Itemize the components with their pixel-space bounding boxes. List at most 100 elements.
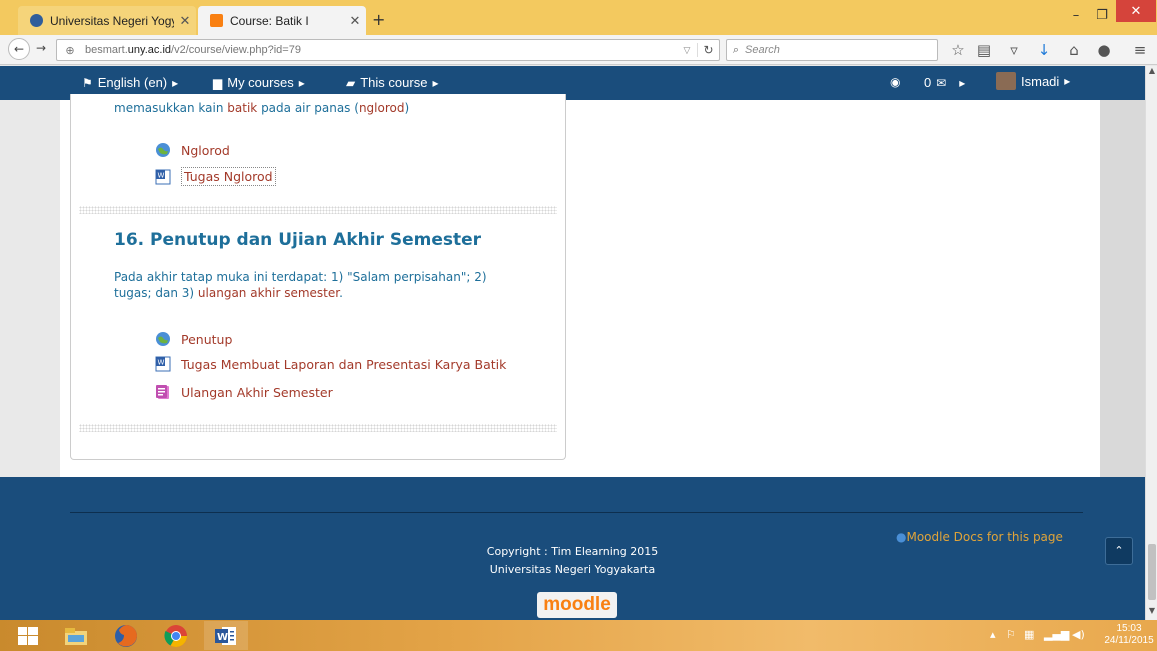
url-dropdown-icon[interactable]: ▽ xyxy=(677,45,697,56)
activity-tugas-laporan[interactable]: W Tugas Membuat Laporan dan Presentasi K… xyxy=(155,356,506,372)
activity-penutup[interactable]: Penutup xyxy=(155,331,232,347)
moodle-favicon-icon xyxy=(210,14,223,27)
minimize-button[interactable]: – xyxy=(1064,4,1088,26)
left-gutter xyxy=(0,100,60,477)
svg-text:W: W xyxy=(217,632,228,643)
maximize-button[interactable]: ❐ xyxy=(1090,4,1114,26)
briefcase-icon: ▆ xyxy=(213,75,223,90)
book-icon: ▰ xyxy=(346,75,356,90)
my-courses-menu[interactable]: ▆ My courses ▸ xyxy=(213,75,305,90)
browser-nav-bar: ← → ⊕ besmart.uny.ac.id/v2/course/view.p… xyxy=(0,35,1157,65)
tab-title: Universitas Negeri Yogyak... xyxy=(50,13,174,28)
browser-tab-bar: Universitas Negeri Yogyak... ✕ Course: B… xyxy=(0,0,1157,35)
messages-count: 0 xyxy=(924,75,932,90)
bell-icon: ◉ xyxy=(890,75,901,89)
uny-favicon-icon xyxy=(30,14,43,27)
moodle-docs-link[interactable]: ●Moodle Docs for this page xyxy=(896,530,1063,544)
word-document-icon: W xyxy=(155,356,171,372)
caret-right-icon: ▸ xyxy=(172,75,179,90)
page-content: memasukkan kain batik pada air panas (ng… xyxy=(0,94,1145,477)
messages-menu[interactable]: 0 ✉ ▸ xyxy=(924,75,965,90)
user-menu[interactable]: Ismadi ▸ xyxy=(996,72,1070,90)
caret-right-icon: ▸ xyxy=(298,75,305,90)
search-icon: ⌕ xyxy=(732,43,740,56)
activity-label: Tugas Membuat Laporan dan Presentasi Kar… xyxy=(181,356,507,372)
language-menu[interactable]: ⚑ English (en) ▸ xyxy=(82,75,178,90)
university-text: Universitas Negeri Yogyakarta xyxy=(489,563,656,576)
close-tab-icon[interactable]: ✕ xyxy=(344,13,366,29)
search-input[interactable]: ⌕ Search xyxy=(726,39,938,61)
url-icon xyxy=(156,332,170,346)
volume-icon[interactable]: ◀) xyxy=(1072,628,1085,641)
vertical-scrollbar[interactable]: ▲ ▼ xyxy=(1145,66,1157,620)
file-explorer-icon[interactable] xyxy=(54,621,98,650)
right-gutter xyxy=(1100,100,1145,477)
word-document-icon: W xyxy=(155,169,171,184)
close-window-button[interactable]: ✕ xyxy=(1116,0,1156,22)
this-course-label: This course xyxy=(360,75,428,90)
chat-icon[interactable]: ● xyxy=(1094,41,1114,59)
bookmark-star-icon[interactable]: ☆ xyxy=(948,41,968,59)
url-icon xyxy=(156,143,170,157)
scroll-thumb[interactable] xyxy=(1148,544,1156,600)
moodle-logo[interactable]: moodle xyxy=(537,592,617,618)
pocket-icon[interactable]: ▿ xyxy=(1004,41,1024,59)
svg-text:W: W xyxy=(158,359,165,367)
main-region: memasukkan kain batik pada air panas (ng… xyxy=(60,94,1100,477)
windows-taskbar: W ▴ ⚐ ▦ ▂▄▆ ◀) 15:03 24/11/2015 xyxy=(0,620,1157,651)
scroll-down-icon[interactable]: ▼ xyxy=(1146,606,1157,620)
flag-icon: ⚑ xyxy=(82,75,93,90)
envelope-icon: ✉ xyxy=(936,75,947,90)
clock-date: 24/11/2015 xyxy=(1104,635,1154,646)
tray-expand-icon[interactable]: ▴ xyxy=(990,628,996,641)
url-text: besmart.uny.ac.id/v2/course/view.php?id=… xyxy=(85,44,301,56)
user-name: Ismadi xyxy=(1021,73,1060,89)
action-center-flag-icon[interactable]: ⚐ xyxy=(1006,628,1016,641)
menu-icon[interactable]: ≡ xyxy=(1130,41,1150,59)
this-course-menu[interactable]: ▰ This course ▸ xyxy=(346,75,438,90)
avatar xyxy=(996,72,1016,90)
close-tab-icon[interactable]: ✕ xyxy=(174,13,196,29)
page-footer: ●Moodle Docs for this page ⌃ Copyright :… xyxy=(0,477,1145,620)
copyright-text: Copyright : Tim Elearning 2015 xyxy=(486,545,659,558)
home-icon[interactable]: ⌂ xyxy=(1064,41,1084,59)
word-icon[interactable]: W xyxy=(204,621,248,650)
site-info-icon[interactable]: ⊕ xyxy=(61,44,79,57)
reading-list-icon[interactable]: ▤ xyxy=(974,41,994,59)
activity-tugas-nglorod[interactable]: W Tugas Nglorod xyxy=(155,167,276,186)
system-clock[interactable]: 15:03 24/11/2015 xyxy=(1104,623,1154,647)
signal-icon[interactable]: ▂▄▆ xyxy=(1044,628,1069,641)
caret-right-icon: ▸ xyxy=(1064,74,1071,88)
my-courses-label: My courses xyxy=(227,75,294,90)
activity-label: Penutup xyxy=(181,331,233,347)
back-button[interactable]: ← xyxy=(8,38,30,60)
section-title: 16. Penutup dan Ujian Akhir Semester xyxy=(114,230,482,250)
section-summary: Pada akhir tatap muka ini terdapat: 1) "… xyxy=(114,270,487,300)
tab-course-batik[interactable]: Course: Batik I ✕ xyxy=(198,6,366,35)
start-button[interactable] xyxy=(6,621,50,650)
section-divider xyxy=(79,206,557,214)
activity-label: Nglorod xyxy=(181,142,230,158)
search-placeholder: Search xyxy=(745,44,780,56)
course-sections: memasukkan kain batik pada air panas (ng… xyxy=(70,94,566,460)
firefox-icon[interactable] xyxy=(104,621,148,650)
activity-ulangan[interactable]: Ulangan Akhir Semester xyxy=(155,384,333,400)
chrome-icon[interactable] xyxy=(154,621,198,650)
footer-rule xyxy=(70,512,1083,513)
notifications-icon[interactable]: ◉ xyxy=(890,75,900,89)
address-bar[interactable]: ⊕ besmart.uny.ac.id/v2/course/view.php?i… xyxy=(56,39,720,61)
activity-nglorod[interactable]: Nglorod xyxy=(155,142,230,158)
network-icon[interactable]: ▦ xyxy=(1024,628,1034,641)
reload-icon[interactable]: ↻ xyxy=(697,43,719,57)
tab-uny[interactable]: Universitas Negeri Yogyak... ✕ xyxy=(18,6,196,35)
forward-button[interactable]: → xyxy=(36,41,46,55)
scroll-up-icon[interactable]: ▲ xyxy=(1146,66,1157,80)
info-icon: ● xyxy=(896,530,907,544)
clock-time: 15:03 xyxy=(1116,623,1142,634)
download-icon[interactable]: ↓ xyxy=(1034,41,1054,59)
svg-text:W: W xyxy=(158,171,165,179)
tab-title: Course: Batik I xyxy=(230,13,309,28)
caret-right-icon: ▸ xyxy=(432,75,439,90)
activity-label: Ulangan Akhir Semester xyxy=(181,384,333,400)
new-tab-button[interactable]: + xyxy=(372,10,385,29)
